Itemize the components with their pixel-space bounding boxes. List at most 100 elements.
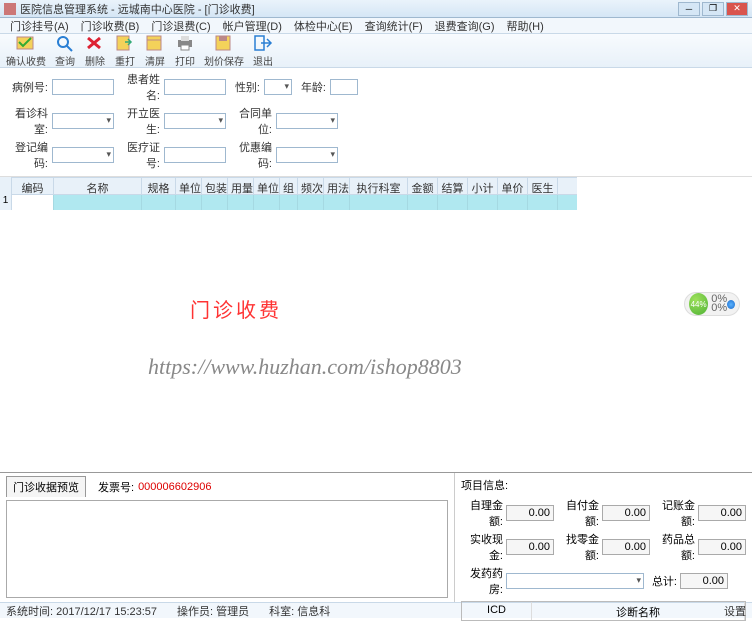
pharmacy-select[interactable] <box>506 573 644 589</box>
change-value: 0.00 <box>602 539 650 555</box>
col-doctor[interactable]: 医生 <box>528 178 558 194</box>
drug-total-label: 药品总额: <box>653 531 695 563</box>
exit-button[interactable]: 退出 <box>248 33 278 68</box>
col-spec[interactable]: 规格 <box>142 178 176 194</box>
reprint-button[interactable]: 重打 <box>110 33 140 68</box>
col-unit[interactable]: 单位 <box>176 178 202 194</box>
titlebar: 医院信息管理系统 - 远城南中心医院 - [门诊收费] ─ ❐ ✕ <box>0 0 752 18</box>
col-diagnosis[interactable]: 诊断名称 <box>532 602 745 620</box>
cash-value: 0.00 <box>506 539 554 555</box>
menu-outpatient-fee[interactable]: 门诊收费(B) <box>75 18 146 34</box>
account-value: 0.00 <box>698 505 746 521</box>
col-code[interactable]: 编码 <box>12 178 54 194</box>
case-no-label: 病例号: <box>6 79 48 95</box>
col-dose[interactable]: 用量 <box>228 178 254 194</box>
col-name[interactable]: 名称 <box>54 178 142 194</box>
patient-name-label: 患者姓名: <box>118 71 160 103</box>
col-pack[interactable]: 包装 <box>202 178 228 194</box>
total-value: 0.00 <box>680 573 728 589</box>
save-icon <box>213 33 235 53</box>
col-price[interactable]: 单价 <box>498 178 528 194</box>
copay-value: 0.00 <box>602 505 650 521</box>
app-icon <box>4 3 16 15</box>
self-pay-label: 自理金额: <box>461 497 503 529</box>
discount-label: 优惠编码: <box>230 139 272 171</box>
menu-account[interactable]: 帐户管理(D) <box>217 18 288 34</box>
col-freq[interactable]: 频次 <box>298 178 324 194</box>
invoice-label: 发票号: <box>98 479 134 495</box>
total-label: 总计: <box>647 573 677 589</box>
menu-outpatient-reg[interactable]: 门诊挂号(A) <box>4 18 75 34</box>
confirm-fee-button[interactable]: 确认收费 <box>2 33 50 68</box>
tab-receipt-preview[interactable]: 门诊收据预览 <box>6 476 86 497</box>
menu-refund-query[interactable]: 退费查询(G) <box>429 18 501 34</box>
gender-select[interactable] <box>264 79 292 95</box>
status-settings[interactable]: 设置 <box>724 603 746 619</box>
status-time: 系统时间: 2017/12/17 15:23:57 <box>6 603 157 619</box>
col-unit2[interactable]: 单位 <box>254 178 280 194</box>
col-exec-dept[interactable]: 执行科室 <box>350 178 408 194</box>
delete-icon <box>84 33 106 53</box>
copay-label: 自付金额: <box>557 497 599 529</box>
med-cert-label: 医疗证号: <box>118 139 160 171</box>
col-group[interactable]: 组 <box>280 178 298 194</box>
menu-exam-center[interactable]: 体检中心(E) <box>288 18 359 34</box>
clear-button[interactable]: 清屏 <box>140 33 170 68</box>
watermark: https://www.huzhan.com/ishop8803 <box>148 354 462 380</box>
gauge-switch-icon[interactable] <box>727 300 735 309</box>
table-row[interactable] <box>12 195 577 210</box>
search-icon <box>54 33 76 53</box>
discount-select[interactable] <box>276 147 338 163</box>
gauge-pct: 0%0% <box>711 295 727 313</box>
diagnosis-table: ICD 诊断名称 <box>461 601 746 621</box>
col-usage[interactable]: 用法 <box>324 178 350 194</box>
col-amount[interactable]: 金额 <box>408 178 438 194</box>
restore-button[interactable]: ❐ <box>702 2 724 16</box>
row-number[interactable]: 1 <box>0 195 12 210</box>
table-header: 编码 名称 规格 单位 包装 用量 单位 组 频次 用法 执行科室 金额 结算 … <box>12 177 577 195</box>
med-cert-input[interactable] <box>164 147 226 163</box>
drug-total-value: 0.00 <box>698 539 746 555</box>
project-info-label: 项目信息: <box>461 477 746 493</box>
reg-code-select[interactable] <box>52 147 114 163</box>
pharmacy-label: 发药药房: <box>461 565 503 597</box>
doctor-label: 开立医生: <box>118 105 160 137</box>
row-header-corner <box>0 177 12 195</box>
printer-icon <box>174 33 196 53</box>
gender-label: 性别: <box>230 79 260 95</box>
col-settle[interactable]: 结算 <box>438 178 468 194</box>
query-button[interactable]: 查询 <box>50 33 80 68</box>
contract-select[interactable] <box>276 113 338 129</box>
doctor-select[interactable] <box>164 113 226 129</box>
save-price-button[interactable]: 划价保存 <box>200 33 248 68</box>
menubar: 门诊挂号(A) 门诊收费(B) 门诊退费(C) 帐户管理(D) 体检中心(E) … <box>0 18 752 34</box>
invoice-number: 000006602906 <box>138 481 211 493</box>
case-no-input[interactable] <box>52 79 114 95</box>
col-subtotal[interactable]: 小计 <box>468 178 498 194</box>
gauge-circle: 44% <box>689 293 708 315</box>
change-label: 找零金额: <box>557 531 599 563</box>
age-label: 年龄: <box>296 79 326 95</box>
status-dept: 科室: 信息科 <box>269 603 330 619</box>
patient-name-input[interactable] <box>164 79 226 95</box>
dept-label: 看诊科室: <box>6 105 48 137</box>
menu-query-stats[interactable]: 查询统计(F) <box>359 18 429 34</box>
col-icd[interactable]: ICD <box>462 602 532 620</box>
exit-icon <box>252 33 274 53</box>
page-title: 门诊收费 <box>190 294 282 323</box>
print-button[interactable]: 打印 <box>170 33 200 68</box>
menu-help[interactable]: 帮助(H) <box>501 18 550 34</box>
menu-outpatient-refund[interactable]: 门诊退费(C) <box>145 18 216 34</box>
toolbar: 确认收费 查询 删除 重打 清屏 打印 划价保存 退出 <box>0 34 752 68</box>
close-button[interactable]: ✕ <box>726 2 748 16</box>
gauge-widget[interactable]: 44% 0%0% <box>684 292 740 316</box>
delete-button[interactable]: 删除 <box>80 33 110 68</box>
receipt-preview-area <box>6 500 448 598</box>
account-label: 记账金额: <box>653 497 695 529</box>
dept-select[interactable] <box>52 113 114 129</box>
minimize-button[interactable]: ─ <box>678 2 700 16</box>
contract-label: 合同单位: <box>230 105 272 137</box>
age-input[interactable] <box>330 79 358 95</box>
patient-form: 病例号: 患者姓名: 性别: 年龄: 看诊科室: 开立医生: 合同单位: 登记编… <box>0 68 752 177</box>
reg-code-label: 登记编码: <box>6 139 48 171</box>
